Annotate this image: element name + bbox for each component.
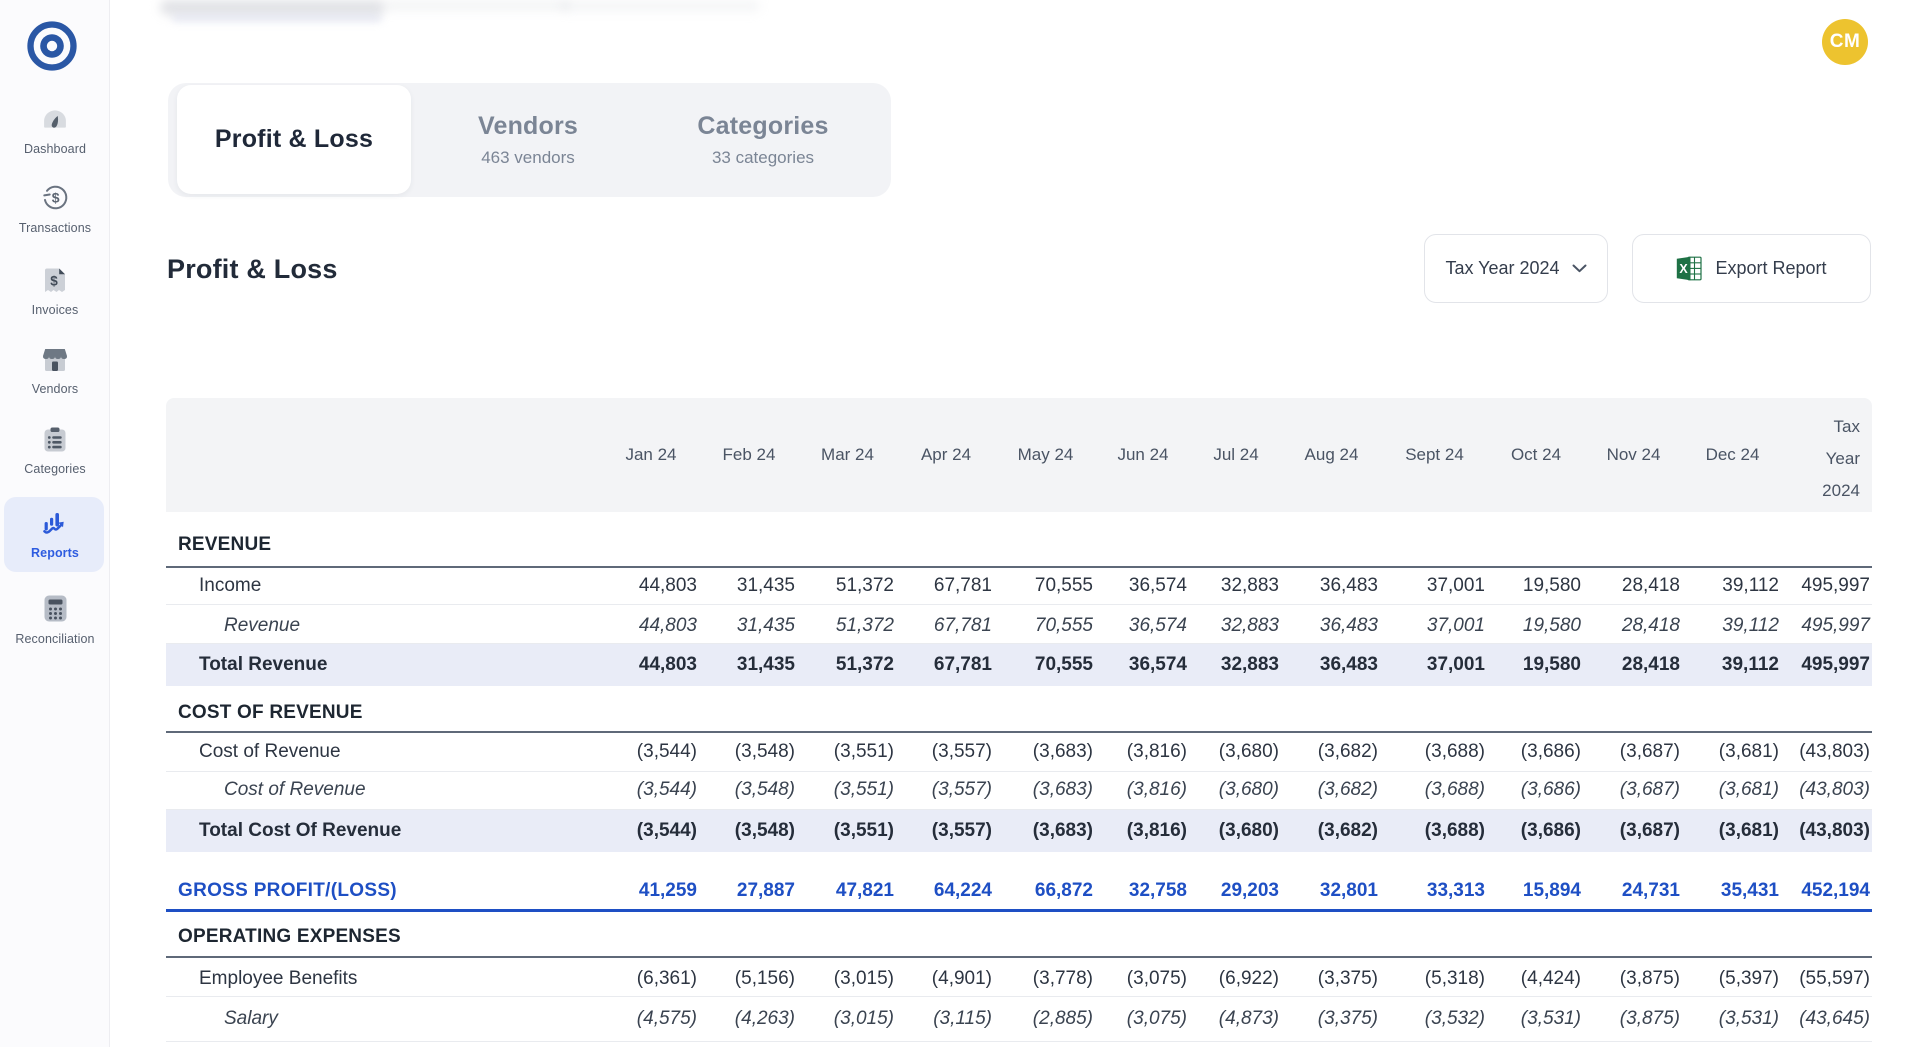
svg-text:X: X (1680, 262, 1689, 276)
svg-text:$: $ (51, 190, 59, 206)
svg-text:$: $ (50, 274, 58, 289)
